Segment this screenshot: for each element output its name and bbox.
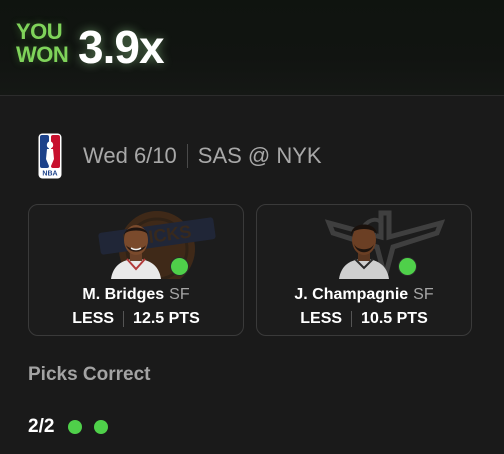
correct-pick-dot xyxy=(68,420,83,434)
player-headshot-icon xyxy=(111,225,161,279)
correct-pick-dot xyxy=(94,420,109,434)
svg-text:NBA: NBA xyxy=(42,171,57,178)
player-pick-card[interactable]: KNICKS M. Bridges SF LESS 12.5 PTS xyxy=(28,204,244,336)
pick-direction: LESS xyxy=(72,310,115,327)
game-matchup: SAS @ NYK xyxy=(197,143,322,168)
picks-correct-count: 2/2 xyxy=(28,416,55,437)
player-name: M. Bridges xyxy=(82,286,165,303)
picks-correct-row: 2/2 xyxy=(28,416,120,438)
player-position: SF xyxy=(169,286,190,303)
divider xyxy=(186,144,188,168)
player-info: M. Bridges SF xyxy=(29,285,243,305)
payout-multiplier: 3.9x xyxy=(78,21,165,73)
nba-logo-icon: NBA xyxy=(38,133,62,179)
correct-pick-indicator xyxy=(398,257,417,276)
pick-direction: LESS xyxy=(300,310,343,327)
correct-pick-indicator xyxy=(170,257,189,276)
player-headshot-icon xyxy=(339,224,389,279)
pick-line-value: 12.5 PTS xyxy=(133,310,200,327)
player-info: J. Champagnie SF xyxy=(257,285,471,305)
player-pick-card[interactable]: J. Champagnie SF LESS 10.5 PTS xyxy=(256,204,472,336)
game-date: Wed 6/10 xyxy=(83,143,177,168)
result-card: YOU WON 3.9x NBA Wed 6/10 SAS @ NYK KNIC… xyxy=(0,0,504,454)
you-won-label: YOU WON xyxy=(16,19,69,67)
divider xyxy=(123,311,125,327)
pick-line-value: 10.5 PTS xyxy=(361,310,428,327)
pick-projection: LESS 12.5 PTS xyxy=(29,309,243,329)
pick-projection: LESS 10.5 PTS xyxy=(257,309,471,329)
divider xyxy=(351,311,353,327)
game-info-row: NBA Wed 6/10 SAS @ NYK xyxy=(38,131,322,181)
player-position: SF xyxy=(413,286,434,303)
result-header: YOU WON 3.9x xyxy=(0,0,504,96)
picks-correct-title: Picks Correct xyxy=(28,364,151,385)
player-name: J. Champagnie xyxy=(294,286,409,303)
